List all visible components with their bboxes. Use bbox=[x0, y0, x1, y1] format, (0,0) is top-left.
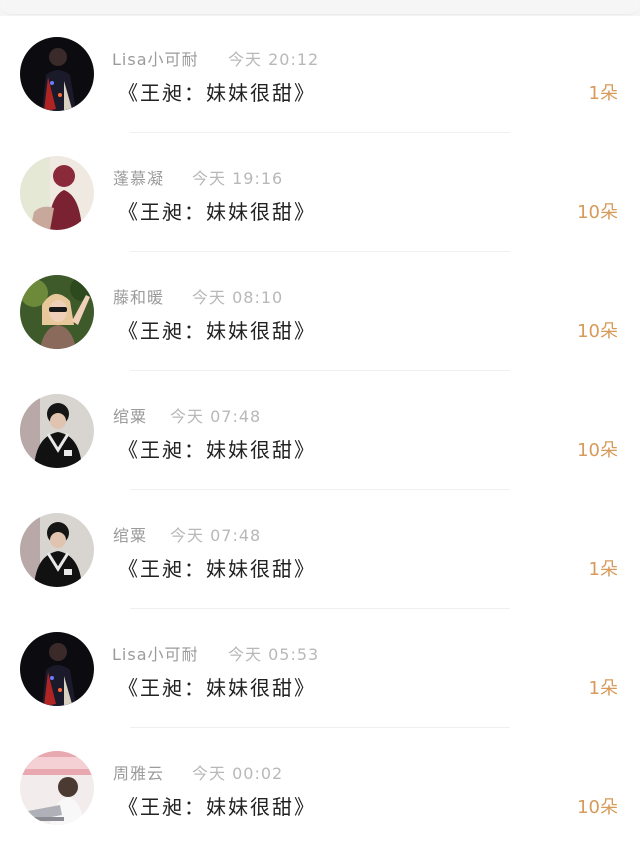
gift-count: 1朵 bbox=[588, 678, 618, 699]
user-name[interactable]: 蓬慕凝 bbox=[113, 165, 164, 189]
gift-count: 10朵 bbox=[577, 797, 618, 818]
avatar[interactable] bbox=[20, 156, 94, 230]
list-item[interactable]: 蓬慕凝 今天 19:16 《王昶：妹妹很甜》 10朵 bbox=[0, 135, 640, 254]
divider bbox=[130, 251, 510, 252]
gift-count: 10朵 bbox=[577, 440, 618, 461]
gift-count: 10朵 bbox=[577, 202, 618, 223]
list-item[interactable]: 绾粟 今天 07:48 《王昶：妹妹很甜》 10朵 bbox=[0, 373, 640, 492]
gift-title: 《王昶：妹妹很甜》 bbox=[118, 319, 316, 343]
user-name[interactable]: 藤和暖 bbox=[113, 284, 164, 308]
gift-count: 10朵 bbox=[577, 321, 618, 342]
list-item[interactable]: 藤和暖 今天 08:10 《王昶：妹妹很甜》 10朵 bbox=[0, 254, 640, 373]
user-name[interactable]: Lisa小可耐 bbox=[112, 46, 199, 70]
gift-title: 《王昶：妹妹很甜》 bbox=[118, 200, 316, 224]
list-item[interactable]: Lisa小可耐 今天 05:53 《王昶：妹妹很甜》 1朵 bbox=[0, 611, 640, 730]
divider bbox=[130, 132, 510, 133]
timestamp: 今天 00:02 bbox=[192, 764, 284, 783]
list-item[interactable]: Lisa小可耐 今天 20:12 《王昶：妹妹很甜》 1朵 bbox=[0, 16, 640, 135]
gift-title: 《王昶：妹妹很甜》 bbox=[118, 557, 316, 581]
timestamp: 今天 08:10 bbox=[192, 288, 284, 307]
user-name[interactable]: 绾粟 bbox=[113, 522, 147, 546]
list-item[interactable]: 绾粟 今天 07:48 《王昶：妹妹很甜》 1朵 bbox=[0, 492, 640, 611]
timestamp: 今天 20:12 bbox=[228, 50, 320, 69]
avatar[interactable] bbox=[20, 513, 94, 587]
gift-title: 《王昶：妹妹很甜》 bbox=[118, 438, 316, 462]
timestamp: 今天 19:16 bbox=[192, 169, 284, 188]
avatar[interactable] bbox=[20, 632, 94, 706]
avatar[interactable] bbox=[20, 37, 94, 111]
gift-count: 1朵 bbox=[588, 83, 618, 104]
avatar[interactable] bbox=[20, 751, 94, 825]
divider bbox=[130, 370, 510, 371]
gift-record-list: Lisa小可耐 今天 20:12 《王昶：妹妹很甜》 1朵 蓬慕凝 今天 19:… bbox=[0, 16, 640, 849]
divider bbox=[130, 727, 510, 728]
top-edge bbox=[0, 0, 640, 15]
avatar[interactable] bbox=[20, 275, 94, 349]
divider bbox=[130, 608, 510, 609]
avatar[interactable] bbox=[20, 394, 94, 468]
gift-title: 《王昶：妹妹很甜》 bbox=[118, 676, 316, 700]
gift-count: 1朵 bbox=[588, 559, 618, 580]
user-name[interactable]: 周雅云 bbox=[113, 760, 164, 784]
gift-title: 《王昶：妹妹很甜》 bbox=[118, 81, 316, 105]
timestamp: 今天 05:53 bbox=[228, 645, 320, 664]
timestamp: 今天 07:48 bbox=[170, 407, 262, 426]
user-name[interactable]: 绾粟 bbox=[113, 403, 147, 427]
list-item[interactable]: 周雅云 今天 00:02 《王昶：妹妹很甜》 10朵 bbox=[0, 730, 640, 849]
divider bbox=[130, 489, 510, 490]
timestamp: 今天 07:48 bbox=[170, 526, 262, 545]
user-name[interactable]: Lisa小可耐 bbox=[112, 641, 199, 665]
gift-title: 《王昶：妹妹很甜》 bbox=[118, 795, 316, 819]
